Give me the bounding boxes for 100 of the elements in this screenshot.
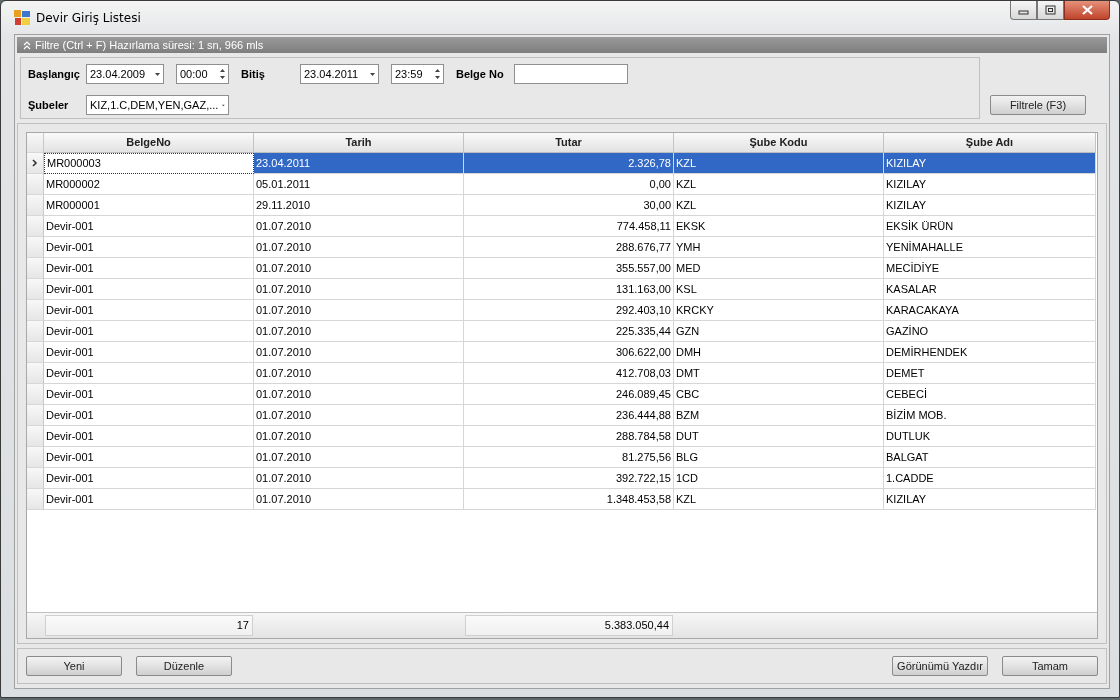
table-cell: DUTLUK [884,426,1096,447]
table-cell: 05.01.2011 [254,174,464,195]
filter-button[interactable]: Filtrele (F3) [990,95,1086,115]
table-cell: 01.07.2010 [254,405,464,426]
table-cell: 288.784,58 [464,426,674,447]
dropdown-value: 23.04.2009 [90,68,147,80]
table-cell: 306.622,00 [464,342,674,363]
table-cell: DMT [674,363,884,384]
table-cell: DEMİRHENDEK [884,342,1096,363]
table-cell: KIZILAY [884,153,1096,174]
close-icon [1081,5,1093,15]
table-cell: Devir-001 [44,321,254,342]
date-dropdown[interactable]: 23.04.2009 [86,64,164,84]
table-cell: GAZİNO [884,321,1096,342]
summary-cell: 17 [45,615,253,636]
table-cell: 1.348.453,58 [464,489,674,510]
dropdown-value: KIZ,1.C,DEM,YEN,GAZ,... [90,99,219,111]
time-spinner[interactable]: 00:00 [176,64,229,84]
branches-label: Şubeler [28,99,70,111]
action-button[interactable]: Yeni [26,656,122,676]
table-cell: KIZILAY [884,195,1096,216]
dropdown-arrow-icon [370,72,375,76]
date-dropdown[interactable]: 23.04.2011 [300,64,379,84]
table-cell: CBC [674,384,884,405]
column-header[interactable]: Tarih [254,133,464,153]
action-button[interactable]: Görünümü Yazdır [892,656,988,676]
table-cell: MED [674,258,884,279]
row-indicator[interactable] [27,468,44,489]
row-indicator[interactable] [27,342,44,363]
row-indicator[interactable] [27,300,44,321]
table-cell: KIZILAY [884,174,1096,195]
table-cell: 225.335,44 [464,321,674,342]
table-cell: 0,00 [464,174,674,195]
table-cell: Devir-001 [44,363,254,384]
table-cell: KSL [674,279,884,300]
row-indicator[interactable] [27,195,44,216]
table-cell: DMH [674,342,884,363]
column-header[interactable]: Şube Kodu [674,133,884,153]
table-cell: Devir-001 [44,237,254,258]
table-cell: 131.163,00 [464,279,674,300]
end-label: Bitiş [241,68,266,80]
table-cell: 01.07.2010 [254,300,464,321]
table-cell: 288.676,77 [464,237,674,258]
table-cell: 01.07.2010 [254,342,464,363]
action-button[interactable]: Düzenle [136,656,232,676]
branches-dropdown[interactable]: KIZ,1.C,DEM,YEN,GAZ,... [86,95,229,115]
table-cell: Devir-001 [44,489,254,510]
row-indicator[interactable] [27,489,44,510]
dropdown-arrow-icon [155,72,160,76]
table-cell: 236.444,88 [464,405,674,426]
table-cell: Devir-001 [44,258,254,279]
row-indicator[interactable] [27,426,44,447]
row-indicator[interactable] [27,384,44,405]
spinner-arrows-icon [435,69,440,79]
time-spinner[interactable]: 23:59 [391,64,444,84]
table-cell: YENİMAHALLE [884,237,1096,258]
table-cell: KZL [674,153,884,174]
table-cell: Devir-001 [44,468,254,489]
table-cell: Devir-001 [44,384,254,405]
table-cell: 1.CADDE [884,468,1096,489]
column-header[interactable]: Şube Adı [884,133,1096,153]
row-indicator[interactable] [27,153,44,174]
row-indicator[interactable] [27,447,44,468]
table-cell: Devir-001 [44,342,254,363]
table-cell: 2.326,78 [464,153,674,174]
row-indicator[interactable] [27,174,44,195]
table-cell: Devir-001 [44,405,254,426]
table-cell: Devir-001 [44,279,254,300]
filter-header-text: Filtre (Ctrl + F) Hazırlama süresi: 1 sn, 966 mls [35,39,264,51]
header-corner [27,133,44,153]
restore-icon [1045,5,1056,15]
dropdown-value: 23.04.2011 [304,68,360,80]
maximize-button[interactable] [1037,1,1064,20]
table-cell: 29.11.2010 [254,195,464,216]
row-indicator[interactable] [27,363,44,384]
minimize-button[interactable] [1010,1,1037,20]
document-number-field[interactable] [514,64,628,84]
table-cell: CEBECİ [884,384,1096,405]
table-cell: EKSK [674,216,884,237]
row-indicator[interactable] [27,321,44,342]
table-cell: KASALAR [884,279,1096,300]
table-cell: BİZİM MOB. [884,405,1096,426]
table-cell: BLG [674,447,884,468]
table-cell: Devir-001 [44,426,254,447]
table-cell: Devir-001 [44,216,254,237]
close-button[interactable] [1064,1,1110,20]
row-indicator[interactable] [27,258,44,279]
row-indicator[interactable] [27,237,44,258]
action-button[interactable]: Tamam [1002,656,1098,676]
row-indicator[interactable] [27,216,44,237]
table-cell: KZL [674,195,884,216]
table-cell: KZL [674,489,884,510]
column-header[interactable]: Tutar [464,133,674,153]
row-indicator[interactable] [27,279,44,300]
dropdown-arrow-icon [222,103,225,107]
table-cell: Devir-001 [44,300,254,321]
column-header[interactable]: BelgeNo [44,133,254,153]
summary-cell: 5.383.050,44 [465,615,673,636]
row-indicator[interactable] [27,405,44,426]
window-title: Devir Giriş Listesi [36,10,141,25]
